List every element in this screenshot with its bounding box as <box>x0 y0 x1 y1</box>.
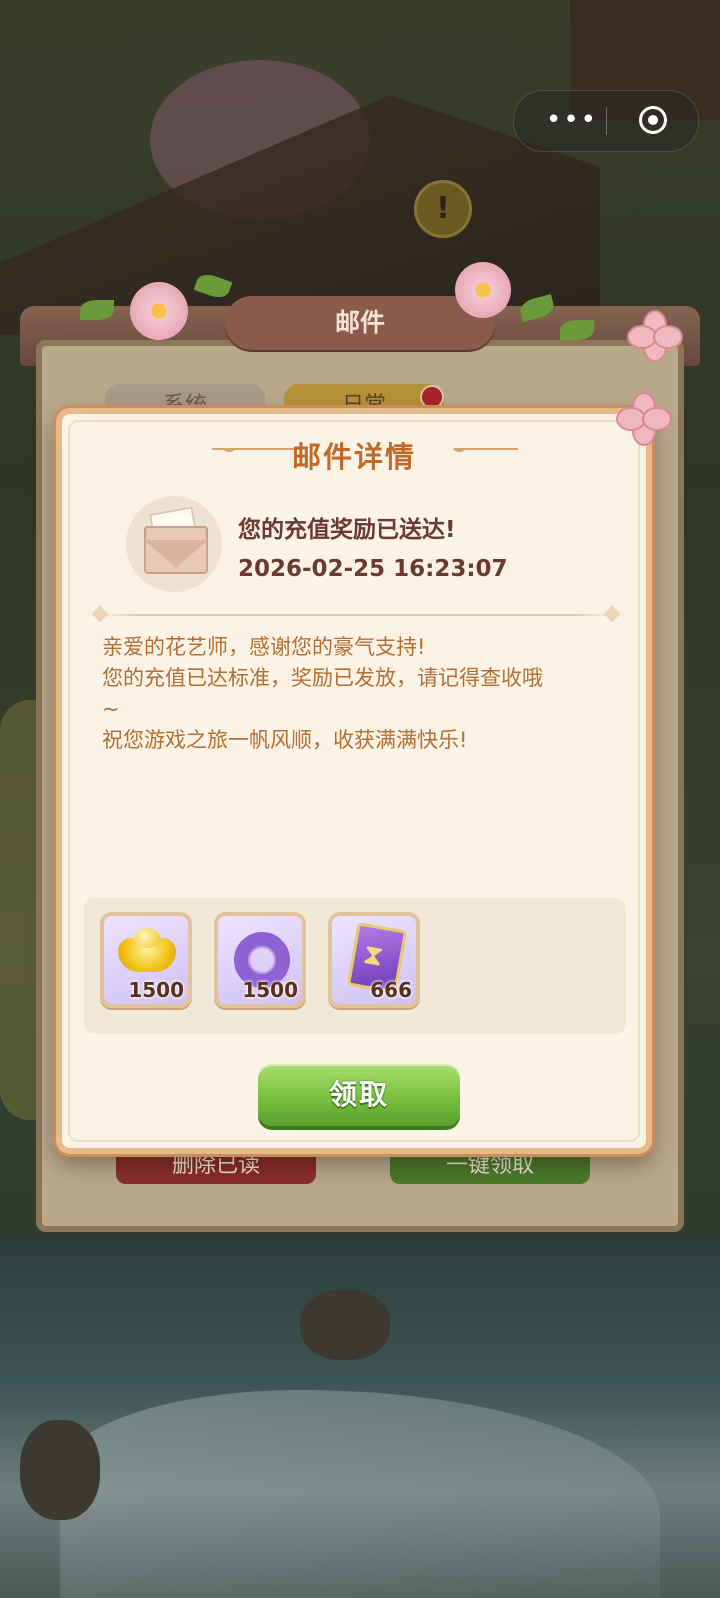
reward-list: 1500 1500 666 <box>84 898 626 1034</box>
target-circle-icon[interactable] <box>639 106 667 134</box>
mail-subject: 您的充值奖励已送达! <box>238 517 456 543</box>
red-dot-badge <box>420 385 444 409</box>
mail-body: 亲爱的花艺师，感谢您的豪气支持! 您的充值已达标准，奖励已发放，请记得查收哦 ~… <box>102 632 602 756</box>
close-icon[interactable] <box>616 392 672 446</box>
flower-decoration-icon <box>130 282 188 340</box>
mail-body-line: ~ <box>102 697 120 721</box>
reward-item-ring[interactable]: 1500 <box>214 912 306 1008</box>
mail-detail-dialog: ⌣ ⌣ 邮件详情 您的充值奖励已送达! 2026-02-25 16:23:07 … <box>56 408 652 1154</box>
flower-decoration-icon <box>455 262 511 318</box>
divider <box>91 605 621 623</box>
more-dots-icon[interactable]: ••• <box>542 107 602 133</box>
mail-timestamp: 2026-02-25 16:23:07 <box>238 556 508 582</box>
close-icon[interactable] <box>627 310 683 362</box>
reward-item-card[interactable]: 666 <box>328 912 420 1008</box>
gold-ingot-icon <box>118 928 176 972</box>
reward-item-gold[interactable]: 1500 <box>100 912 192 1008</box>
dialog-title: 邮件详情 <box>291 440 416 474</box>
mail-body-line: 祝您游戏之旅一帆风顺，收获满满快乐! <box>102 728 468 752</box>
reward-count: 1500 <box>128 978 184 1002</box>
reward-count: 666 <box>370 978 412 1002</box>
mail-body-line: 您的充值已达标准，奖励已发放，请记得查收哦 <box>102 666 543 690</box>
envelope-icon <box>126 496 222 592</box>
claim-button[interactable]: 领取 <box>258 1064 460 1126</box>
mail-body-line: 亲爱的花艺师，感谢您的豪气支持! <box>102 635 426 659</box>
reward-count: 1500 <box>242 978 298 1002</box>
mail-window-title: 邮件 <box>225 296 495 350</box>
mini-program-capsule: ••• <box>513 90 699 152</box>
exclamation-icon: ! <box>414 180 472 238</box>
capsule-separator <box>606 107 607 135</box>
